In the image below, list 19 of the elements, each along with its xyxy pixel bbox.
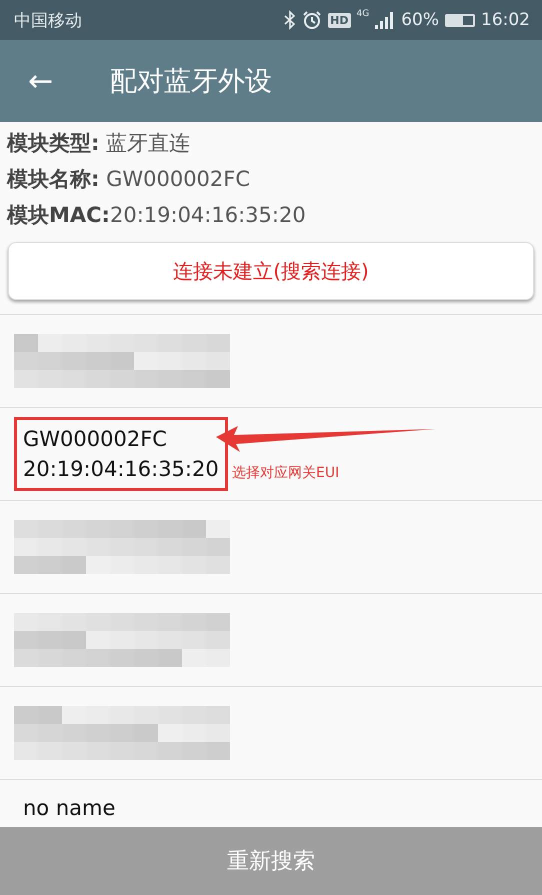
module-info-line: 模块类型: 蓝牙直连 xyxy=(7,130,192,157)
search-again-button[interactable]: 重新搜索 xyxy=(0,827,542,895)
carrier-name: 中国移动 xyxy=(14,10,83,32)
module-info-line: 模块MAC:20:19:04:16:35:20 xyxy=(7,202,307,229)
device-item[interactable]: no name xyxy=(14,786,124,830)
module-info-line: 模块名称: GW000002FC xyxy=(7,166,252,193)
battery-percent: 60% xyxy=(401,10,439,30)
connect-button[interactable]: 连接未建立(搜索连接) xyxy=(8,242,534,300)
hd-badge: HD xyxy=(328,12,350,28)
bluetooth-icon xyxy=(284,10,296,30)
back-button[interactable]: ← xyxy=(28,64,98,98)
clock: 16:02 xyxy=(481,10,530,30)
battery-icon xyxy=(445,14,475,26)
signal-icon xyxy=(375,11,396,29)
network-label: 4G xyxy=(356,9,370,19)
annotation-label: 选择对应网关EUI xyxy=(232,464,340,482)
screen-title: 配对蓝牙外设 xyxy=(110,65,272,99)
device-item[interactable]: GW000002FC 20:19:04:16:35:20 xyxy=(14,417,228,491)
alarm-icon xyxy=(302,10,322,30)
